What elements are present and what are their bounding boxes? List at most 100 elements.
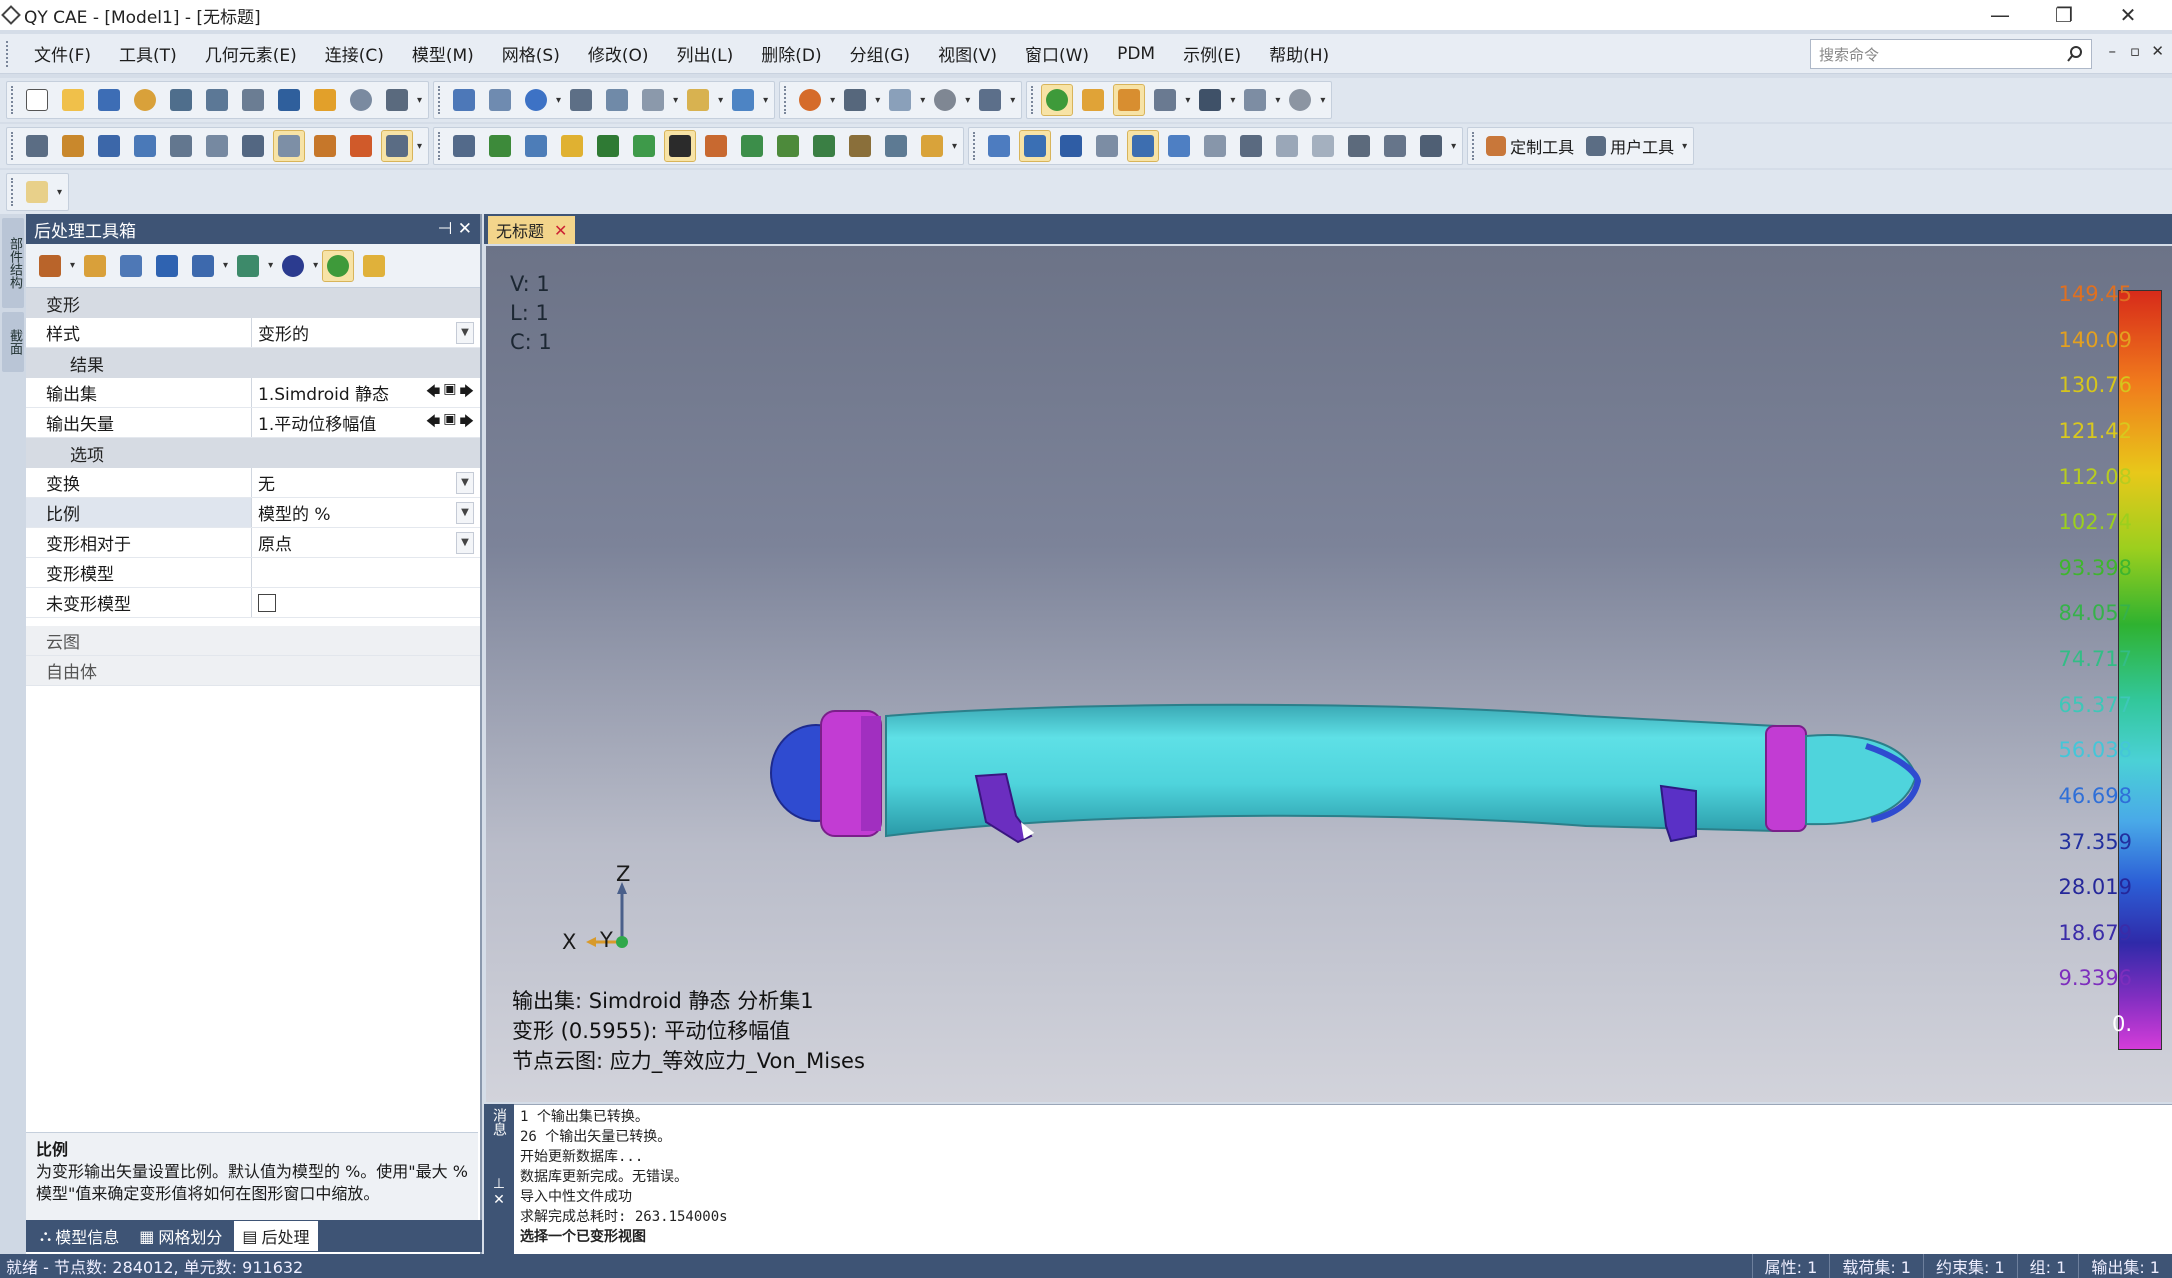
geom-12-button[interactable] xyxy=(844,130,876,162)
geom-2-button[interactable] xyxy=(484,130,516,162)
prop-output-set-field[interactable]: 1.Simdroid 静态 🡄 ▣ 🡆 xyxy=(252,378,480,407)
menu-connect[interactable]: 连接(C) xyxy=(311,41,398,66)
chevron-down-icon[interactable]: ▾ xyxy=(268,260,273,271)
post-2-button[interactable] xyxy=(1019,130,1052,162)
prop-transform-select[interactable]: 无 ▼ xyxy=(252,468,480,497)
post-button[interactable] xyxy=(381,130,413,162)
tag-tool-button[interactable] xyxy=(358,250,390,282)
tab-meshing[interactable]: ▦ 网格划分 xyxy=(131,1221,230,1251)
arrow-left-icon[interactable]: 🡄 xyxy=(426,381,440,405)
geom-14-button[interactable] xyxy=(916,130,948,162)
geom-1-button[interactable] xyxy=(448,130,480,162)
cancel-button[interactable] xyxy=(1284,84,1316,116)
menu-examples[interactable]: 示例(E) xyxy=(1169,41,1255,66)
geom-3-button[interactable] xyxy=(520,130,552,162)
menu-list[interactable]: 列出(L) xyxy=(663,41,748,66)
close-icon[interactable]: ✕ xyxy=(484,1192,514,1208)
category-freebody[interactable]: 自由体 xyxy=(26,656,480,686)
prop-undeformed-model-field[interactable] xyxy=(252,588,480,617)
mdi-close-button[interactable]: ✕ xyxy=(2151,42,2164,60)
toolbar-grip[interactable] xyxy=(784,86,788,114)
menu-pdm[interactable]: PDM xyxy=(1103,44,1169,64)
globe-button[interactable] xyxy=(1041,84,1074,116)
message-window[interactable]: 1 个输出集已转换。 26 个输出矢量已转换。 开始更新数据库... 数据库更新… xyxy=(514,1104,2172,1254)
document-tab[interactable]: 无标题 ✕ xyxy=(488,216,576,244)
tab-part-structure[interactable]: 部件结构 xyxy=(2,218,24,308)
chevron-down-icon[interactable]: ▾ xyxy=(70,260,75,271)
arrow-tool-button[interactable] xyxy=(187,250,219,282)
chevron-down-icon[interactable]: ▼ xyxy=(456,501,474,524)
print-button[interactable] xyxy=(381,84,413,116)
prop-scale-select[interactable]: 模型的 % ▼ xyxy=(252,498,480,527)
brush-button[interactable] xyxy=(1077,84,1109,116)
geom-13-button[interactable] xyxy=(880,130,912,162)
chevron-down-icon[interactable]: ▼ xyxy=(456,471,474,494)
geom-9-button[interactable] xyxy=(736,130,768,162)
mesh-tool-button[interactable] xyxy=(232,250,264,282)
prop-row-output-set[interactable]: 输出集 1.Simdroid 静态 🡄 ▣ 🡆 xyxy=(26,378,480,408)
geom-4-button[interactable] xyxy=(556,130,588,162)
chevron-down-icon[interactable]: ▼ xyxy=(456,531,474,554)
post-8-button[interactable] xyxy=(1235,130,1267,162)
list-button[interactable] xyxy=(565,84,597,116)
chevron-down-icon[interactable]: ▾ xyxy=(417,141,422,152)
undeformed-model-checkbox[interactable] xyxy=(258,593,276,612)
menu-delete[interactable]: 删除(D) xyxy=(747,41,835,66)
toolbar-grip[interactable] xyxy=(11,86,15,114)
post-9-button[interactable] xyxy=(1271,130,1303,162)
open-file-button[interactable] xyxy=(57,84,89,116)
deform-tool-button[interactable] xyxy=(34,250,66,282)
post-6-button[interactable] xyxy=(1163,130,1195,162)
pen-button[interactable] xyxy=(1149,84,1181,116)
graphics-viewport[interactable]: V: 1 L: 1 C: 1 Z X Y 输出集: Simdroid 静态 分析… xyxy=(486,246,2172,1102)
chevron-down-icon[interactable]: ▾ xyxy=(1451,141,1456,152)
picture-button[interactable] xyxy=(309,84,341,116)
fem-model[interactable] xyxy=(486,246,2172,1102)
menu-group[interactable]: 分组(G) xyxy=(836,41,924,66)
toolbar-grip[interactable] xyxy=(438,86,442,114)
disk-tool-button[interactable] xyxy=(277,250,309,282)
category-results[interactable]: 结果 xyxy=(26,348,480,378)
probe-tool-button[interactable] xyxy=(322,249,355,282)
custom-tools-button[interactable]: 定制工具 xyxy=(1480,134,1580,158)
prop-output-vector-field[interactable]: 1.平动位移幅值 🡄 ▣ 🡆 xyxy=(252,408,480,437)
undo-button[interactable] xyxy=(345,84,377,116)
chevron-down-icon[interactable]: ▾ xyxy=(223,260,228,271)
chevron-down-icon[interactable]: ▾ xyxy=(1010,95,1015,106)
chevron-down-icon[interactable]: ▾ xyxy=(763,95,768,106)
arrow-left-icon[interactable]: 🡄 xyxy=(426,411,440,435)
post-13-button[interactable] xyxy=(1415,130,1447,162)
chevron-down-icon[interactable]: ▾ xyxy=(1230,95,1235,106)
post-10-button[interactable] xyxy=(1307,130,1339,162)
chevron-down-icon[interactable]: ▾ xyxy=(417,95,422,106)
stop-button[interactable] xyxy=(929,84,961,116)
chevron-down-icon[interactable]: ▾ xyxy=(1275,95,1280,106)
tab-model-info[interactable]: ⛬ 模型信息 xyxy=(32,1221,127,1251)
toolbar-grip[interactable] xyxy=(11,132,15,160)
chevron-down-icon[interactable]: ▾ xyxy=(965,95,970,106)
prop-row-output-vector[interactable]: 输出矢量 1.平动位移幅值 🡄 ▣ 🡆 xyxy=(26,408,480,438)
menu-model[interactable]: 模型(M) xyxy=(398,41,488,66)
mdi-minimize-button[interactable]: – xyxy=(2109,42,2117,60)
geom-10-button[interactable] xyxy=(772,130,804,162)
chevron-down-icon[interactable]: ▾ xyxy=(313,260,318,271)
results-tool-button[interactable] xyxy=(79,250,111,282)
box-select-button[interactable] xyxy=(884,84,916,116)
report-button[interactable] xyxy=(273,84,305,116)
magnify-button[interactable] xyxy=(794,84,826,116)
window-button[interactable] xyxy=(1239,84,1271,116)
command-search-input[interactable]: 搜索命令 xyxy=(1810,39,2092,69)
menu-window[interactable]: 窗口(W) xyxy=(1011,41,1103,66)
menu-geometry[interactable]: 几何元素(E) xyxy=(191,41,311,66)
link-button[interactable] xyxy=(129,84,161,116)
menu-file[interactable]: 文件(F) xyxy=(20,41,105,66)
picker-icon[interactable]: ▣ xyxy=(443,411,456,435)
constraint-button[interactable] xyxy=(201,130,233,162)
table-button[interactable] xyxy=(237,84,269,116)
post-5-button[interactable] xyxy=(1127,130,1160,162)
transform-button[interactable] xyxy=(727,84,759,116)
eraser-button[interactable] xyxy=(1113,84,1146,116)
chevron-down-icon[interactable]: ▾ xyxy=(1682,141,1687,152)
menu-help[interactable]: 帮助(H) xyxy=(1255,41,1343,66)
chevron-down-icon[interactable]: ▼ xyxy=(456,321,474,344)
